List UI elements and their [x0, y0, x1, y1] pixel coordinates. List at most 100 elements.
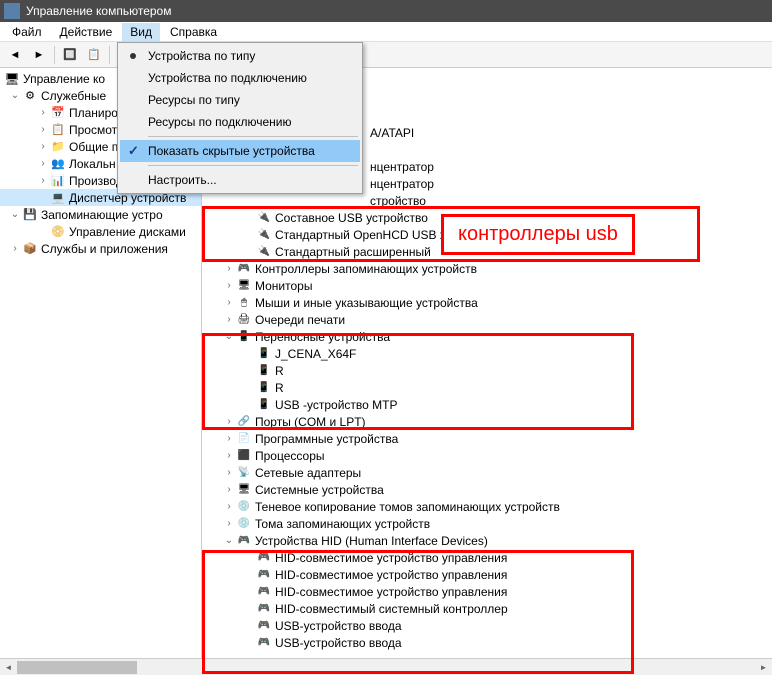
- menu-view[interactable]: Вид: [122, 23, 160, 41]
- cpu-icon: [236, 448, 252, 464]
- tree-item-mtp[interactable]: USB -устройство MTP: [202, 396, 772, 413]
- tree-item-hid[interactable]: HID-совместимое устройство управления: [202, 549, 772, 566]
- tree-cpus[interactable]: ›Процессоры: [202, 447, 772, 464]
- collapse-icon[interactable]: ⌄: [222, 330, 236, 344]
- tree-item-jcena[interactable]: J_CENA_X64F: [202, 345, 772, 362]
- tree-shadow[interactable]: › Теневое копирование томов запоминающих …: [202, 498, 772, 515]
- disk-icon: [50, 224, 66, 240]
- tree-item-r[interactable]: R: [202, 362, 772, 379]
- scrollbar-horizontal[interactable]: ◄ ►: [0, 658, 202, 675]
- expand-icon[interactable]: ›: [36, 123, 50, 137]
- tree-label: HID-совместимое устройство управления: [275, 551, 507, 565]
- tree-item-hid[interactable]: HID-совместимое устройство управления: [202, 583, 772, 600]
- tree-label: HID-совместимое устройство управления: [275, 568, 507, 582]
- tree-disk-mgmt[interactable]: Управление дисками: [0, 223, 201, 240]
- back-button[interactable]: ◄: [4, 44, 26, 66]
- tree-label: Мониторы: [255, 279, 312, 293]
- expand-icon[interactable]: ›: [222, 500, 236, 514]
- expand-icon[interactable]: ›: [222, 466, 236, 480]
- expand-icon[interactable]: ›: [36, 106, 50, 120]
- expand-icon[interactable]: ›: [222, 313, 236, 327]
- monitor-icon: [236, 278, 252, 294]
- tree-label: Мыши и иные указывающие устройства: [255, 296, 478, 310]
- usb-icon: [256, 227, 272, 243]
- tree-storage[interactable]: ⌄Запоминающие устро: [0, 206, 201, 223]
- tree-volumes[interactable]: ›Тома запоминающих устройств: [202, 515, 772, 532]
- expand-icon[interactable]: ›: [222, 296, 236, 310]
- expand-icon[interactable]: ›: [36, 140, 50, 154]
- menu-devices-by-connection[interactable]: Устройства по подключению: [120, 67, 360, 89]
- menu-help[interactable]: Справка: [162, 23, 225, 41]
- tree-label: HID-совместимый системный контроллер: [275, 602, 508, 616]
- content-area: Управление ко ⌄Служебные ›Планиро ›Просм…: [0, 68, 772, 675]
- tool-props[interactable]: 📋: [83, 44, 105, 66]
- tree-item-hid[interactable]: HID-совместимое устройство управления: [202, 566, 772, 583]
- tree-label: USB -устройство MTP: [275, 398, 398, 412]
- tree-software[interactable]: ›Программные устройства: [202, 430, 772, 447]
- port-icon: [236, 414, 252, 430]
- menu-show-hidden[interactable]: ✓Показать скрытые устройства: [120, 140, 360, 162]
- tree-label: Управление дисками: [69, 225, 186, 239]
- tree-label: Производ: [69, 174, 123, 188]
- tree-system[interactable]: ›Системные устройства: [202, 481, 772, 498]
- expand-icon[interactable]: ›: [222, 483, 236, 497]
- tree-item-usb-input[interactable]: USB-устройство ввода: [202, 617, 772, 634]
- expand-icon[interactable]: ›: [222, 449, 236, 463]
- forward-button[interactable]: ►: [28, 44, 50, 66]
- hid-icon: [256, 567, 272, 583]
- storage-icon: [22, 207, 38, 223]
- scroll-thumb[interactable]: [17, 661, 137, 674]
- network-icon: [236, 465, 252, 481]
- tree-storage-controllers[interactable]: › Контроллеры запоминающих устройств: [202, 260, 772, 277]
- tree-label: Планиро: [69, 106, 118, 120]
- menubar: Файл Действие Вид Справка: [0, 22, 772, 42]
- portable-icon: [236, 329, 252, 345]
- system-icon: [236, 482, 252, 498]
- tree-hid[interactable]: ⌄Устройства HID (Human Interface Devices…: [202, 532, 772, 549]
- menu-devices-by-type[interactable]: Устройства по типу: [120, 45, 360, 67]
- tree-item-device[interactable]: стройство: [202, 192, 772, 209]
- check-icon: ✓: [128, 143, 139, 159]
- tree-label: Контроллеры запоминающих устройств: [255, 262, 477, 276]
- expand-icon[interactable]: ›: [222, 517, 236, 531]
- menu-label: Ресурсы по типу: [148, 93, 240, 107]
- menu-customize[interactable]: Настроить...: [120, 169, 360, 191]
- event-icon: [50, 122, 66, 138]
- expand-icon[interactable]: ›: [8, 242, 22, 256]
- tree-item-usb-input[interactable]: USB-устройство ввода: [202, 634, 772, 651]
- expand-icon[interactable]: ›: [222, 415, 236, 429]
- controller-icon: [236, 261, 252, 277]
- tool-scan[interactable]: 🔲: [59, 44, 81, 66]
- menu-resources-by-type[interactable]: Ресурсы по типу: [120, 89, 360, 111]
- tree-label: Сетевые адаптеры: [255, 466, 361, 480]
- collapse-icon[interactable]: ⌄: [8, 208, 22, 222]
- annotation-usb-controllers: контроллеры usb: [441, 214, 635, 255]
- menu-resources-by-connection[interactable]: Ресурсы по подключению: [120, 111, 360, 133]
- tree-item-hid[interactable]: HID-совместимый системный контроллер: [202, 600, 772, 617]
- folder-icon: [50, 139, 66, 155]
- expand-icon[interactable]: ›: [222, 262, 236, 276]
- tree-network[interactable]: › Сетевые адаптеры: [202, 464, 772, 481]
- expand-icon[interactable]: ›: [222, 279, 236, 293]
- tree-label: Теневое копирование томов запоминающих у…: [255, 500, 560, 514]
- portable-icon: [256, 397, 272, 413]
- tree-label: Порты (COM и LPT): [255, 415, 366, 429]
- expand-icon[interactable]: ›: [36, 157, 50, 171]
- tree-apps[interactable]: › Службы и приложения: [0, 240, 201, 257]
- tree-portable[interactable]: ⌄Переносные устройства: [202, 328, 772, 345]
- tree-label: Службы и приложения: [41, 242, 168, 256]
- tree-ports[interactable]: › Порты (COM и LPT): [202, 413, 772, 430]
- scroll-left-icon[interactable]: ◄: [0, 659, 17, 675]
- collapse-icon[interactable]: ⌄: [8, 89, 22, 103]
- tree-item-r[interactable]: R: [202, 379, 772, 396]
- expand-icon[interactable]: ›: [222, 432, 236, 446]
- tree-label: Составное USB устройство: [275, 211, 428, 225]
- tree-mice[interactable]: › Мыши и иные указывающие устройства: [202, 294, 772, 311]
- menu-action[interactable]: Действие: [52, 23, 121, 41]
- menu-file[interactable]: Файл: [4, 23, 50, 41]
- expand-icon[interactable]: ›: [36, 174, 50, 188]
- tree-label: Просмот: [69, 123, 117, 137]
- tree-monitors[interactable]: › Мониторы: [202, 277, 772, 294]
- tree-print-queues[interactable]: ›Очереди печати: [202, 311, 772, 328]
- collapse-icon[interactable]: ⌄: [222, 534, 236, 548]
